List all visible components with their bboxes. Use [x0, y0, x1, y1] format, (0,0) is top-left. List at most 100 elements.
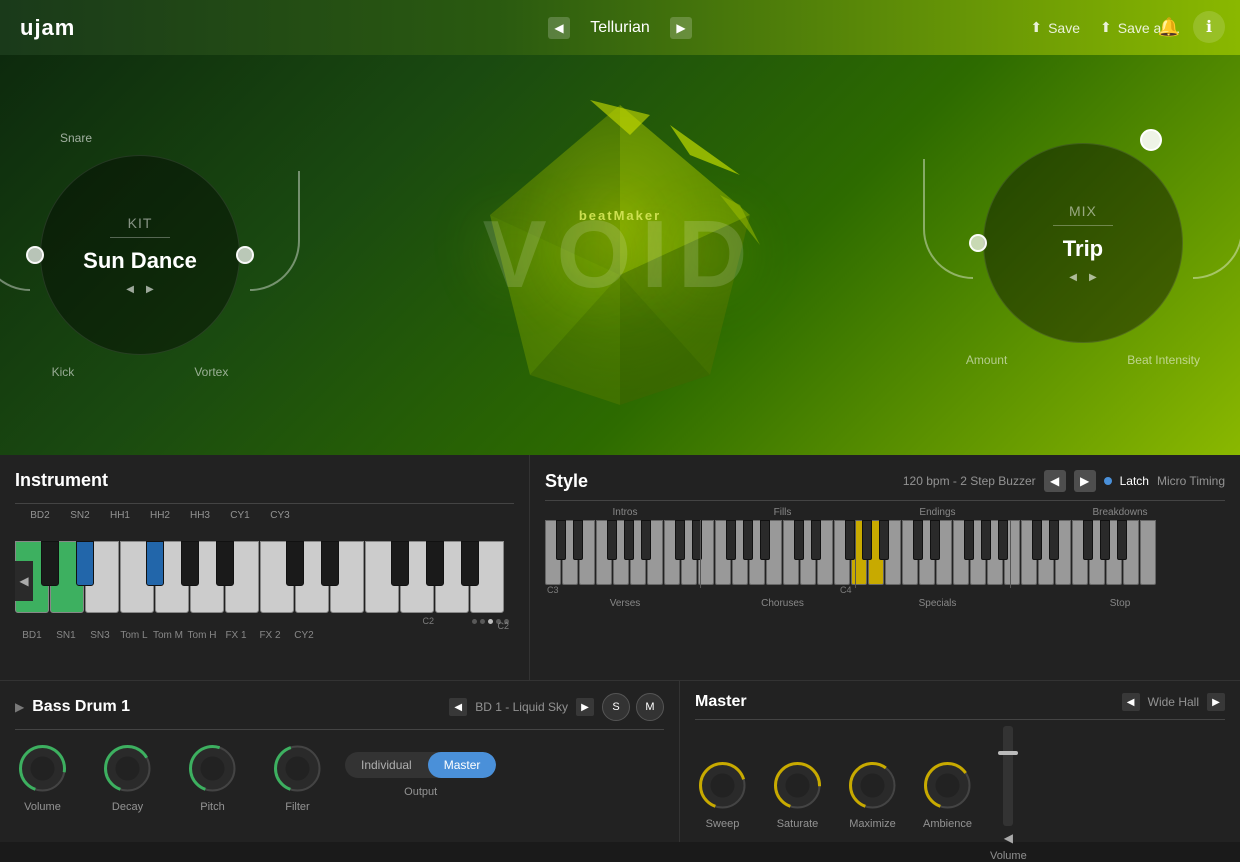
- sweep-knob[interactable]: [695, 758, 750, 813]
- keyboard-scroll-left[interactable]: ◀: [15, 561, 33, 601]
- black-key-7[interactable]: [286, 541, 304, 586]
- black-key-5[interactable]: [216, 541, 234, 586]
- save-button[interactable]: ⬆ Save: [1030, 19, 1080, 36]
- style-black-key-28[interactable]: [1032, 520, 1042, 560]
- style-black-key-4[interactable]: [624, 520, 634, 560]
- style-black-key-1[interactable]: [573, 520, 583, 560]
- black-key-0[interactable]: [41, 541, 59, 586]
- verses-label: Verses: [545, 598, 705, 609]
- info-button[interactable]: ℹ: [1193, 11, 1225, 43]
- style-black-key-7[interactable]: [675, 520, 685, 560]
- stop-label: Stop: [1015, 598, 1225, 609]
- key-labels-bottom: BD1 SN1 SN3 Tom L Tom M Tom H FX 1 FX 2 …: [15, 630, 514, 641]
- volume-fader[interactable]: [1003, 726, 1013, 826]
- style-black-key-15[interactable]: [811, 520, 821, 560]
- volume-knob[interactable]: [15, 741, 70, 796]
- kit-prev-button[interactable]: ◀: [126, 284, 134, 295]
- pitch-label: Pitch: [200, 801, 224, 813]
- kit-value: Sun Dance: [83, 248, 197, 274]
- notifications-button[interactable]: 🔔: [1153, 11, 1185, 43]
- decay-knob[interactable]: [100, 741, 155, 796]
- collapse-icon: ▶: [15, 700, 24, 714]
- style-black-key-32[interactable]: [1100, 520, 1110, 560]
- style-black-key-14[interactable]: [794, 520, 804, 560]
- reverb-next-button[interactable]: ▶: [1207, 693, 1225, 711]
- black-key-1[interactable]: [76, 541, 94, 586]
- bass-drum-title-row: ▶ Bass Drum 1: [15, 698, 130, 716]
- style-black-key-12[interactable]: [760, 520, 770, 560]
- style-bpm-next[interactable]: ▶: [1074, 470, 1096, 492]
- style-black-key-0[interactable]: [556, 520, 566, 560]
- maximize-knob[interactable]: [845, 758, 900, 813]
- master-toggle-button[interactable]: Master: [428, 752, 497, 778]
- style-black-key-29[interactable]: [1049, 520, 1059, 560]
- style-black-key-33[interactable]: [1117, 520, 1127, 560]
- style-section-separator-2: [1010, 520, 1011, 588]
- kit-control-wrapper: Kit Sun Dance ◀ ▶: [40, 155, 240, 355]
- latch-indicator: [1104, 477, 1112, 485]
- style-black-key-17[interactable]: [845, 520, 855, 560]
- snare-label: Snare: [60, 131, 92, 145]
- choruses-label: Choruses: [705, 598, 860, 609]
- right-controls: Mix Trip ◀ ▶ Amount Beat Intensity: [966, 143, 1200, 367]
- left-controls: Snare Kit Sun Dance ◀ ▶ Kick Vortex: [40, 131, 240, 379]
- kit-control[interactable]: Kit Sun Dance ◀ ▶: [40, 155, 240, 355]
- black-key-4[interactable]: [181, 541, 199, 586]
- style-black-key-22[interactable]: [930, 520, 940, 560]
- mix-control[interactable]: Mix Trip ◀ ▶: [983, 143, 1183, 343]
- black-key-10[interactable]: [391, 541, 409, 586]
- bottom-panel: Instrument BD2 SN2 HH1 HH2 HH3 CY1 CY3 C…: [0, 455, 1240, 842]
- style-black-key-31[interactable]: [1083, 520, 1093, 560]
- reverb-prev-button[interactable]: ◀: [1122, 693, 1140, 711]
- style-black-key-25[interactable]: [981, 520, 991, 560]
- style-black-key-21[interactable]: [913, 520, 923, 560]
- volume-label: Volume: [24, 801, 61, 813]
- black-key-8[interactable]: [321, 541, 339, 586]
- key-label-fx1: FX 1: [219, 630, 253, 641]
- output-label: Output: [404, 786, 437, 798]
- mix-next-button[interactable]: ▶: [1089, 272, 1097, 283]
- style-black-key-26[interactable]: [998, 520, 1008, 560]
- black-key-12[interactable]: [461, 541, 479, 586]
- key-label-hh1: HH1: [100, 510, 140, 521]
- kit-next-button[interactable]: ▶: [146, 284, 154, 295]
- top-bar: ujam ◀ Tellurian ▶ ⬆ Save ⬆ Save as... 🔔…: [0, 0, 1240, 55]
- pitch-knob[interactable]: [185, 741, 240, 796]
- style-white-key-35[interactable]: [1140, 520, 1156, 585]
- mix-dot-left: [969, 234, 987, 252]
- style-black-key-11[interactable]: [743, 520, 753, 560]
- key-label-sn2: SN2: [60, 510, 100, 521]
- black-key-3[interactable]: [146, 541, 164, 586]
- mix-prev-button[interactable]: ◀: [1069, 272, 1077, 283]
- style-black-key-10[interactable]: [726, 520, 736, 560]
- style-bpm-prev[interactable]: ◀: [1044, 470, 1066, 492]
- master-reverb: ◀ Wide Hall ▶: [1122, 693, 1225, 711]
- saturate-knob[interactable]: [770, 758, 825, 813]
- bd-preset-next[interactable]: ▶: [576, 698, 594, 716]
- mix-divider: [1053, 225, 1113, 226]
- mute-button[interactable]: M: [636, 693, 664, 721]
- style-keyboard[interactable]: C3C4: [545, 520, 1225, 595]
- bd-preset-prev[interactable]: ◀: [449, 698, 467, 716]
- black-key-11[interactable]: [426, 541, 444, 586]
- maximize-knob-item: Maximize: [845, 758, 900, 830]
- style-black-key-19[interactable]: [879, 520, 889, 560]
- filter-knob[interactable]: [270, 741, 325, 796]
- preset-prev-button[interactable]: ◀: [548, 17, 570, 39]
- kit-dot-left: [26, 246, 44, 264]
- style-black-key-18[interactable]: [862, 520, 872, 560]
- instrument-keyboard[interactable]: C2◀: [15, 541, 514, 626]
- ambience-knob[interactable]: [920, 758, 975, 813]
- style-black-key-5[interactable]: [641, 520, 651, 560]
- micro-timing-label: Micro Timing: [1157, 474, 1225, 488]
- key-label-bd1: BD1: [15, 630, 49, 641]
- amount-label: Amount: [966, 353, 1007, 367]
- solo-button[interactable]: S: [602, 693, 630, 721]
- right-bottom-labels: Amount Beat Intensity: [966, 353, 1200, 367]
- individual-button[interactable]: Individual: [345, 752, 428, 778]
- mix-control-wrapper: Mix Trip ◀ ▶: [983, 143, 1183, 343]
- scroll-dots: [472, 619, 509, 624]
- preset-next-button[interactable]: ▶: [670, 17, 692, 39]
- style-black-key-24[interactable]: [964, 520, 974, 560]
- style-black-key-3[interactable]: [607, 520, 617, 560]
